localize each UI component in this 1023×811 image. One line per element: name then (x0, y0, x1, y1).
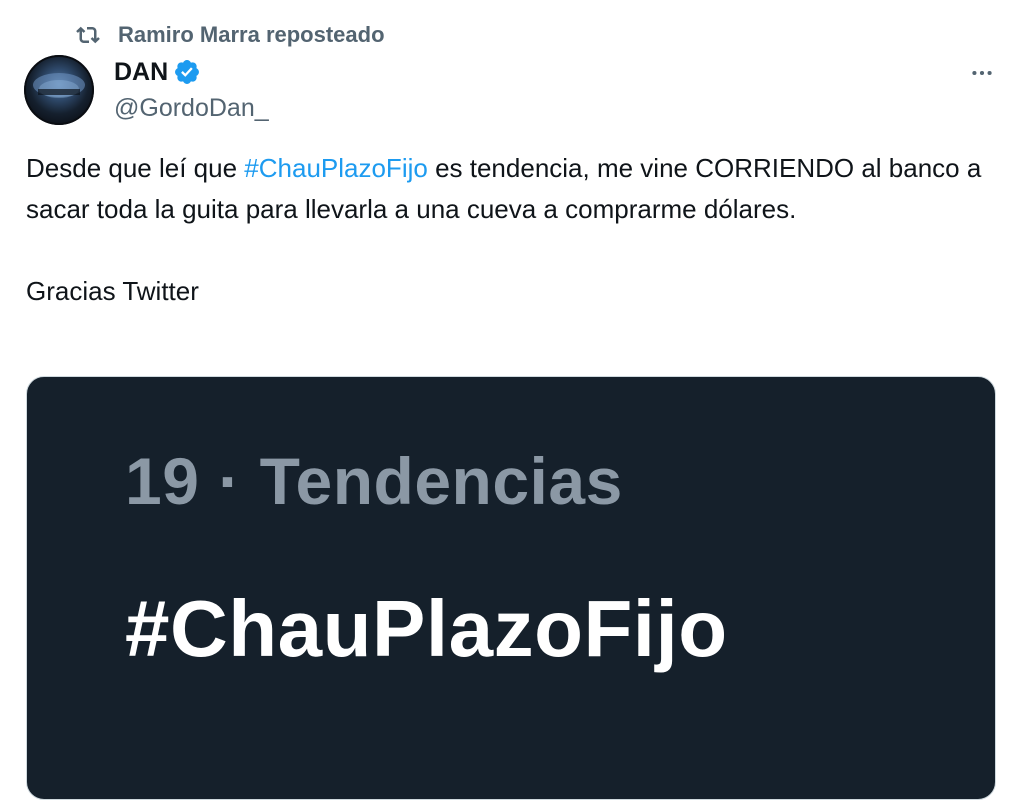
author-name[interactable]: DAN (114, 58, 168, 87)
media-trend-name: #ChauPlazoFijo (125, 584, 728, 673)
tweet[interactable]: Ramiro Marra reposteado DAN @GordoDan_ D… (0, 0, 1023, 811)
avatar[interactable] (24, 55, 94, 125)
verified-badge-icon[interactable] (173, 58, 201, 86)
more-horizontal-icon (969, 60, 995, 91)
repost-icon (76, 23, 100, 47)
author-info: DAN @GordoDan_ (114, 56, 269, 123)
hashtag-link[interactable]: #ChauPlazoFijo (244, 153, 428, 183)
repost-header: Ramiro Marra reposteado (76, 20, 385, 50)
tweet-text: Desde que leí que #ChauPlazoFijo es tend… (26, 148, 1001, 312)
tweet-paragraph: Desde que leí que #ChauPlazoFijo es tend… (26, 148, 1001, 230)
author-handle[interactable]: @GordoDan_ (114, 94, 269, 123)
tweet-closing: Gracias Twitter (26, 276, 199, 306)
tweet-text-before: Desde que leí que (26, 153, 245, 183)
tweet-media-image[interactable]: 19 · Tendencias #ChauPlazoFijo (26, 376, 996, 800)
more-options-button[interactable] (967, 60, 997, 90)
media-trend-meta: 19 · Tendencias (125, 444, 623, 518)
repost-label[interactable]: Ramiro Marra reposteado (118, 22, 385, 48)
